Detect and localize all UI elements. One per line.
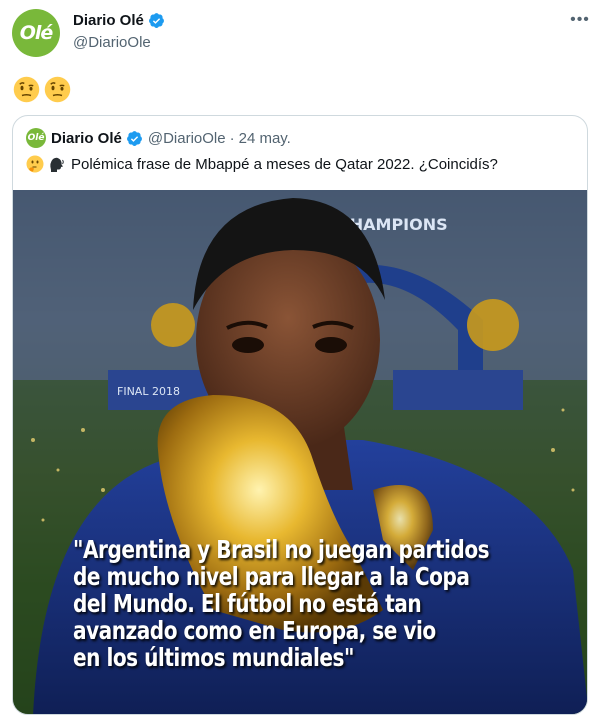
quoted-timestamp[interactable]: 24 may. — [239, 130, 291, 147]
photo-caption: "Argentina y Brasil no juegan partidos d… — [73, 536, 491, 671]
quoted-avatar-logo-text: Olé — [27, 133, 45, 143]
avatar-logo-text: Olé — [19, 22, 54, 44]
quoted-handle: @DiarioOle — [147, 129, 226, 147]
avatar[interactable]: Olé — [12, 9, 60, 57]
quoted-avatar: Olé — [26, 128, 46, 148]
quoted-author-row: Olé Diario Olé @DiarioOle · 24 may. — [26, 128, 291, 148]
caption-line: avanzado como en Europa, se vio — [73, 616, 436, 645]
author-row: Diario Olé — [73, 12, 165, 29]
more-options-icon[interactable]: ••• — [568, 8, 592, 32]
verified-badge-icon — [148, 12, 165, 29]
face-with-raised-eyebrow-emoji — [44, 76, 71, 103]
quoted-tweet[interactable]: Olé Diario Olé @DiarioOle · 24 may. Polé… — [12, 115, 588, 715]
speaking-head-emoji — [50, 157, 64, 172]
quoted-text-content: Polémica frase de Mbappé a meses de Qata… — [71, 155, 498, 173]
board-text: FINAL 2018 — [117, 385, 180, 398]
caption-line: de mucho nivel para llegar a la Copa — [73, 562, 470, 591]
separator-dot: · — [229, 129, 235, 147]
verified-badge-icon — [126, 130, 143, 147]
display-name[interactable]: Diario Olé — [73, 12, 144, 29]
tweet-text — [13, 76, 71, 103]
player-kissing-trophy-photo[interactable]: CHAMPIONS FINAL 2018 "Argentina y Brasil… — [13, 190, 587, 714]
thinking-face-emoji — [26, 155, 44, 173]
caption-line: en los últimos mundiales" — [73, 643, 354, 672]
quoted-display-name: Diario Olé — [51, 129, 122, 147]
quoted-text: Polémica frase de Mbappé a meses de Qata… — [26, 155, 498, 173]
user-handle[interactable]: @DiarioOle — [73, 34, 151, 51]
caption-line: "Argentina y Brasil no juegan partidos — [73, 535, 490, 564]
face-with-raised-eyebrow-emoji — [13, 76, 40, 103]
caption-line: del Mundo. El fútbol no está tan — [73, 589, 422, 618]
tweet: Olé Diario Olé @DiarioOle ••• Olé Diario… — [0, 0, 600, 715]
